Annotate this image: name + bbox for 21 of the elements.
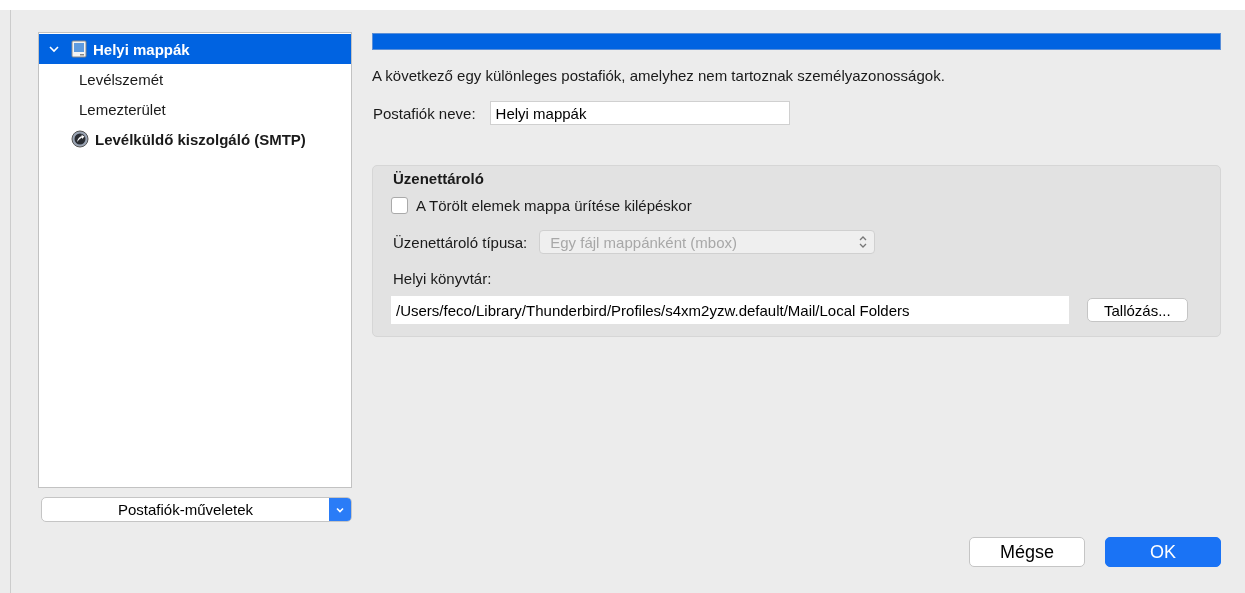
store-type-label: Üzenettároló típusa: — [393, 233, 528, 251]
tree-item[interactable]: Levélszemét — [39, 64, 351, 94]
browse-button[interactable]: Tallózás... — [1087, 298, 1188, 322]
checkbox[interactable] — [391, 197, 408, 214]
computer-icon — [71, 40, 87, 58]
account-name-field[interactable]: Helyi mappák — [489, 101, 790, 125]
up-down-arrows-icon — [858, 235, 869, 249]
tree-item[interactable]: Lemezterület — [39, 94, 351, 124]
cancel-button[interactable]: Mégse — [969, 537, 1085, 567]
group-title: Üzenettároló — [393, 170, 485, 187]
tree-item[interactable]: Levélküldő kiszolgáló (SMTP) — [39, 124, 351, 154]
account-actions-dropdown[interactable]: Postafiók-műveletek — [41, 497, 352, 522]
description-text: A következő egy különleges postafiók, amelyhez nem tartoznak személyazonosságok. — [372, 67, 946, 84]
account-name-label: Postafiók neve: — [373, 104, 476, 122]
ok-button[interactable]: OK — [1105, 537, 1221, 567]
local-directory-label: Helyi könyvtár: — [393, 270, 493, 287]
tree-item[interactable]: Helyi mappák — [39, 34, 351, 64]
local-directory-field[interactable]: /Users/feco/Library/Thunderbird/Profiles/s4xm2yzw.default/Mail/Local Folders — [391, 296, 1069, 324]
checkbox-label: A Törölt elemek mappa ürítése kilépéskor — [416, 197, 692, 214]
globe-arrow-icon — [71, 130, 89, 148]
chevron-icon[interactable] — [49, 44, 59, 54]
